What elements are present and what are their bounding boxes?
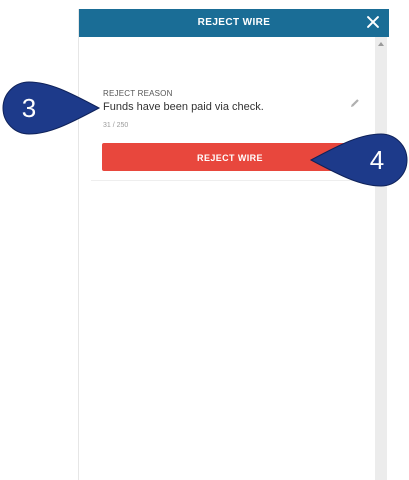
- panel-title: REJECT WIRE: [197, 17, 271, 28]
- reject-reason-label: REJECT REASON: [103, 89, 173, 98]
- pencil-icon[interactable]: [349, 97, 361, 109]
- scrollbar[interactable]: [375, 37, 387, 480]
- reject-reason-input[interactable]: Funds have been paid via check.: [103, 101, 264, 113]
- panel-header: REJECT WIRE: [79, 9, 389, 37]
- callout-number-4: 4: [369, 145, 385, 175]
- reject-wire-panel: REJECT WIRE REJECT REASON Funds have bee…: [78, 9, 389, 480]
- close-icon[interactable]: [365, 14, 381, 30]
- reject-reason-field[interactable]: REJECT REASON Funds have been paid via c…: [103, 89, 359, 135]
- scroll-up-arrow-icon[interactable]: [378, 42, 384, 46]
- callout-number-3: 3: [21, 93, 37, 123]
- character-count: 31 / 250: [103, 122, 129, 129]
